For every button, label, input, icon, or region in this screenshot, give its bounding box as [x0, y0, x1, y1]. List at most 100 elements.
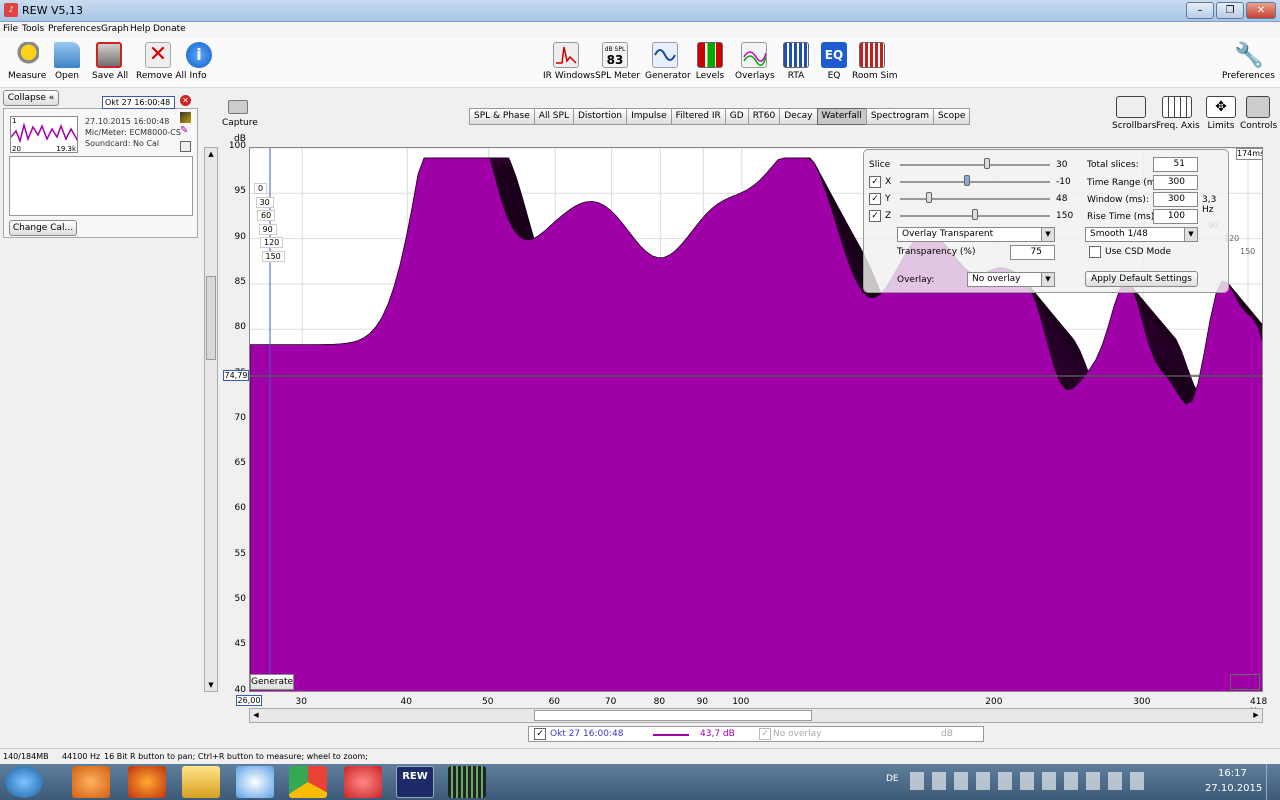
generate-button[interactable]: Generate — [250, 674, 294, 690]
minimize-button[interactable]: – — [1186, 2, 1214, 19]
slice-knob[interactable] — [984, 158, 990, 169]
z-checkbox[interactable]: ✓ — [869, 210, 881, 222]
taskbar: REW DE 16:17 27.10.2015 — [0, 764, 1280, 800]
scroll-right-icon[interactable]: ▶ — [1250, 709, 1262, 722]
menu-donate[interactable]: Donate — [153, 24, 186, 34]
x-slider[interactable] — [900, 181, 1050, 183]
legend-value: 43,7 dB — [700, 729, 735, 739]
spl-meter-button[interactable]: dB SPL 83 SPL Meter — [595, 42, 640, 81]
language-indicator[interactable]: DE — [886, 774, 899, 784]
plot-corner-controls[interactable] — [1230, 674, 1260, 690]
controls-button[interactable]: Controls — [1240, 96, 1277, 131]
levels-button[interactable]: Levels — [694, 42, 726, 81]
menu-file[interactable]: File — [3, 24, 18, 34]
camera-icon — [228, 100, 248, 114]
legend-checkbox[interactable]: ✓ — [534, 728, 546, 740]
overlay-select[interactable]: No overlay — [967, 272, 1055, 287]
window-field[interactable]: 300 — [1153, 192, 1198, 207]
close-button[interactable]: ✕ — [1246, 2, 1276, 19]
cubase-icon[interactable] — [344, 766, 382, 798]
tab-spl-phase[interactable]: SPL & Phase — [469, 108, 535, 125]
tab-waterfall[interactable]: Waterfall — [816, 108, 867, 125]
explorer-icon[interactable] — [182, 766, 220, 798]
overlay-checkbox[interactable]: ✓ — [759, 728, 771, 740]
firefox-icon[interactable] — [128, 766, 166, 798]
tray-icons[interactable] — [910, 772, 1150, 790]
cal-icon[interactable] — [180, 112, 191, 123]
slice-slider[interactable] — [900, 164, 1050, 166]
dropbox-icon[interactable] — [236, 766, 274, 798]
menu-tools[interactable]: Tools — [22, 24, 44, 34]
z-knob[interactable] — [972, 209, 978, 220]
scroll-up-icon[interactable]: ▲ — [205, 148, 217, 160]
spl-meter-icon: dB SPL 83 — [602, 42, 628, 68]
x-knob[interactable] — [964, 175, 970, 186]
notes-icon[interactable] — [180, 141, 191, 152]
eq-button[interactable]: EQ EQ — [820, 42, 848, 81]
measurement-name-field[interactable]: Okt 27 16:00:48 — [102, 96, 175, 109]
scrollbars-button[interactable]: Scrollbars — [1112, 96, 1156, 131]
maximize-button[interactable]: ❐ — [1216, 2, 1244, 19]
tab-decay[interactable]: Decay — [779, 108, 818, 125]
delete-measurement-icon[interactable]: ✕ — [180, 95, 191, 106]
y-knob[interactable] — [926, 192, 932, 203]
y-checkbox[interactable]: ✓ — [869, 193, 881, 205]
tab-rt60[interactable]: RT60 — [747, 108, 781, 125]
menu-graph[interactable]: Graph — [101, 24, 129, 34]
scroll-down-icon[interactable]: ▼ — [205, 679, 217, 691]
menu-preferences[interactable]: Preferences — [48, 24, 101, 34]
info-button[interactable]: i Info — [186, 42, 212, 81]
measurement-notes[interactable] — [9, 156, 193, 216]
total-slices-field[interactable]: 51 — [1153, 157, 1198, 172]
pen-icon[interactable]: ✎ — [180, 126, 191, 137]
apply-defaults-button[interactable]: Apply Default Settings — [1085, 271, 1198, 287]
y-slider[interactable] — [900, 198, 1050, 200]
measurement-thumbnail[interactable]: 1 20 19.3k — [10, 116, 78, 153]
menu-bar: File Tools Preferences Graph Help Donate — [0, 22, 1280, 38]
collapse-button[interactable]: Collapse « — [3, 90, 59, 106]
limits-button[interactable]: ✥ Limits — [1204, 96, 1238, 131]
time-range-field[interactable]: 300 — [1153, 175, 1198, 190]
freq-axis-button[interactable]: Freq. Axis — [1156, 96, 1200, 131]
remove-all-button[interactable]: ✕ Remove All — [136, 42, 187, 81]
room-sim-button[interactable]: Room Sim — [852, 42, 897, 81]
menu-help[interactable]: Help — [130, 24, 151, 34]
x-checkbox[interactable]: ✓ — [869, 176, 881, 188]
generator-button[interactable]: Generator — [645, 42, 691, 81]
change-cal-button[interactable]: Change Cal... — [9, 220, 77, 236]
measure-button[interactable]: Measure — [8, 42, 46, 81]
csd-mode-checkbox[interactable] — [1089, 246, 1101, 258]
y-tick: 45 — [234, 639, 246, 650]
preferences-button[interactable]: 🔧 Preferences — [1222, 42, 1275, 81]
tab-impulse[interactable]: Impulse — [626, 108, 672, 125]
transparency-field[interactable]: 75 — [1010, 245, 1055, 260]
mixer-icon[interactable] — [448, 766, 486, 798]
ir-windows-button[interactable]: IR Windows — [543, 42, 595, 81]
show-desktop-button[interactable] — [1266, 764, 1280, 800]
h-scroll-thumb[interactable] — [534, 710, 812, 721]
overlay-mode-select[interactable]: Overlay Transparent — [897, 227, 1055, 242]
tab-filtered-ir[interactable]: Filtered IR — [670, 108, 726, 125]
horizontal-scrollbar[interactable]: ◀ ▶ — [249, 708, 1263, 723]
rta-button[interactable]: RTA — [782, 42, 810, 81]
smoothing-select[interactable]: Smooth 1/48 — [1085, 227, 1198, 242]
tab-spectrogram[interactable]: Spectrogram — [865, 108, 934, 125]
chrome-icon[interactable] — [289, 766, 327, 798]
tab-all-spl[interactable]: All SPL — [533, 108, 574, 125]
rew-taskbar-icon[interactable]: REW — [396, 766, 434, 798]
capture-button[interactable]: Capture — [222, 100, 258, 128]
depth-label: 120 — [260, 237, 284, 249]
vertical-scrollbar[interactable]: ▲ ▼ — [204, 147, 218, 692]
tab-scope[interactable]: Scope — [932, 108, 971, 125]
scroll-thumb[interactable] — [206, 276, 216, 360]
open-button[interactable]: Open — [52, 42, 82, 81]
tab-gd[interactable]: GD — [724, 108, 749, 125]
save-all-button[interactable]: Save All — [92, 42, 128, 81]
x-tick: 100 — [732, 697, 750, 707]
media-player-icon[interactable] — [72, 766, 110, 798]
tab-distortion[interactable]: Distortion — [572, 108, 628, 125]
rise-time-field[interactable]: 100 — [1153, 209, 1198, 224]
scroll-left-icon[interactable]: ◀ — [250, 709, 262, 722]
start-button[interactable] — [5, 766, 43, 798]
overlays-button[interactable]: Overlays — [735, 42, 775, 81]
